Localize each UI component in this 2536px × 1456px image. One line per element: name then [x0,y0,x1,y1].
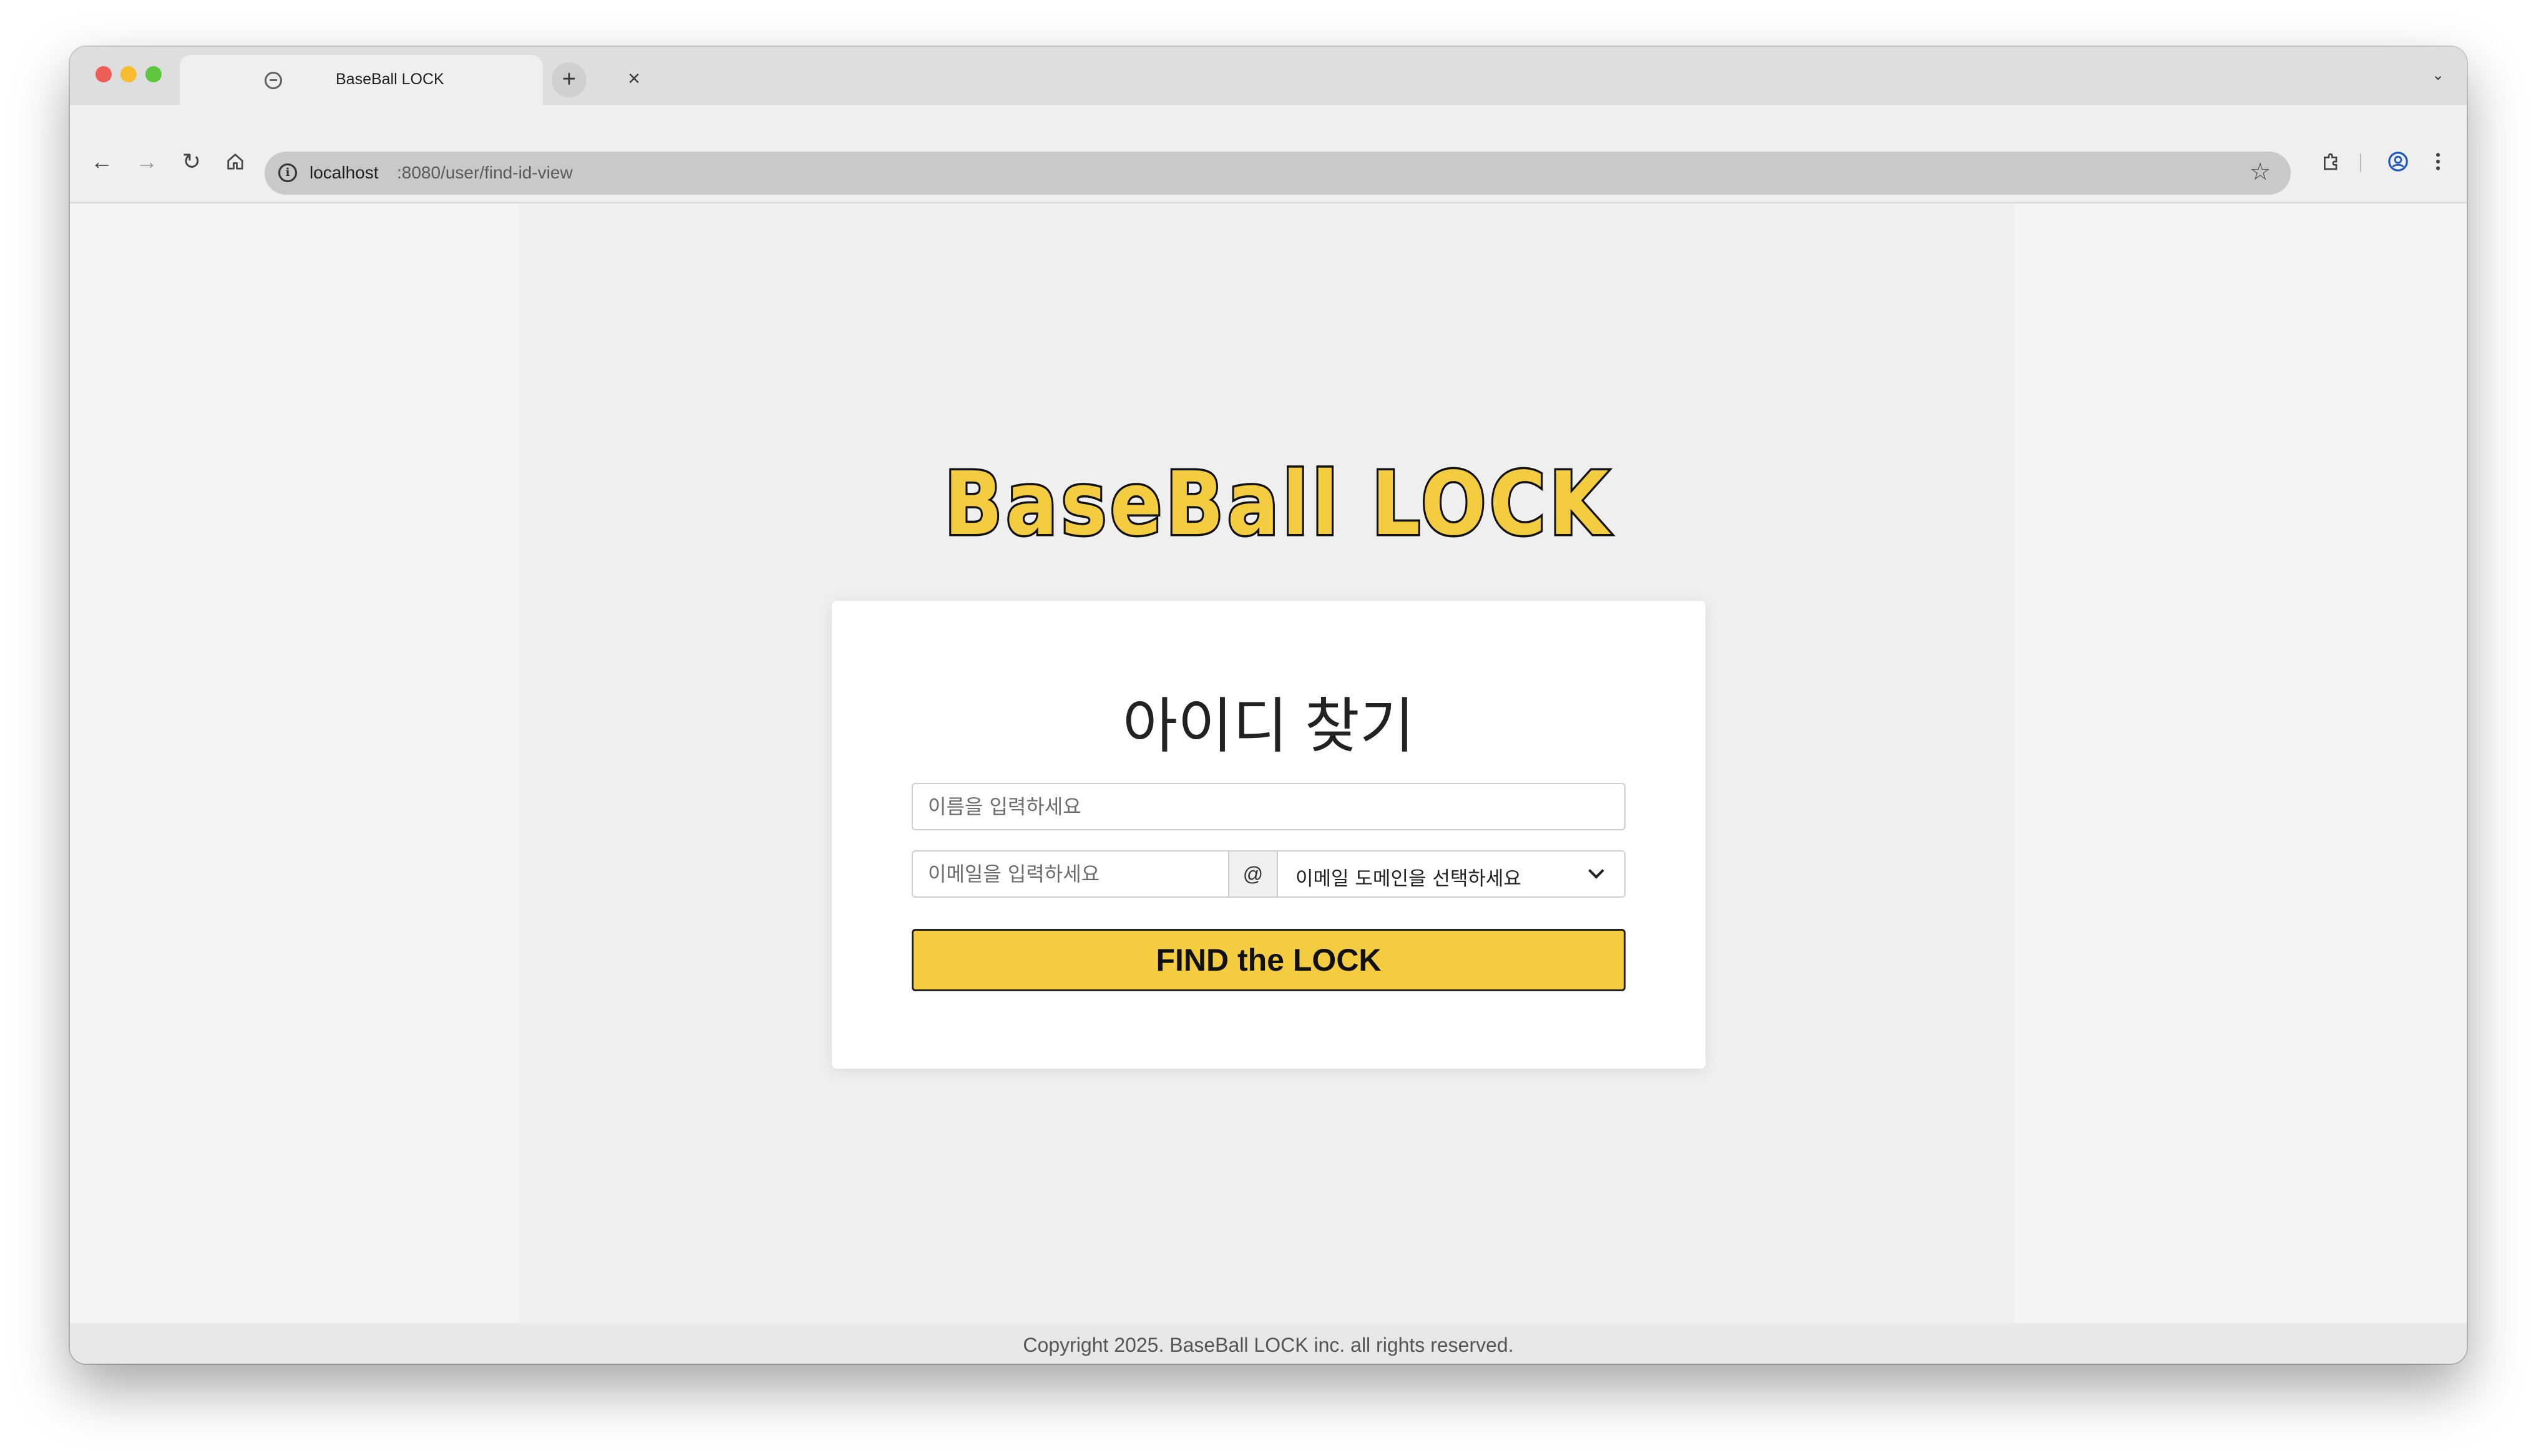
close-tab-icon[interactable]: × [622,66,646,91]
email-id-input[interactable] [913,852,1228,896]
baseball-lock-logo: BaseBall LOCK [942,453,1612,553]
globe-icon [265,72,282,89]
address-bar[interactable]: i localhost :8080/user/find-id-view ☆ [265,152,2291,195]
tab-strip: BaseBall LOCK × + ⌄ [70,47,2467,105]
profile-avatar-icon[interactable] [2382,146,2414,177]
extensions-puzzle-icon[interactable] [2316,146,2347,177]
at-sign-label: @ [1228,852,1278,896]
site-info-icon[interactable]: i [278,163,297,182]
reload-icon[interactable]: ↻ [176,146,207,177]
tab-search-chevron-icon[interactable]: ⌄ [2424,62,2452,89]
close-window-button[interactable] [95,66,112,82]
back-arrow-icon[interactable]: ← [86,146,117,177]
browser-window: BaseBall LOCK × + ⌄ ← → ↻ i localhost :8… [70,47,2467,1364]
minimize-window-button[interactable] [120,66,137,82]
url-host: localhost [310,163,379,182]
chevron-down-icon [1588,863,1604,879]
toolbar-divider [2360,153,2361,172]
tab-title: BaseBall LOCK [336,70,444,88]
domain-select-value: 이메일 도메인을 선택하세요 [1295,868,1521,890]
browser-toolbar: ← → ↻ i localhost :8080/user/find-id-vie… [70,105,2467,203]
find-id-card: 아이디 찾기 @ 이메일 도메인을 선택하세요 FIND the LOCK [832,601,1705,1069]
find-id-button[interactable]: FIND the LOCK [912,929,1626,991]
page-footer: Copyright 2025. BaseBall LOCK inc. all r… [70,1323,2467,1364]
page-viewport: BaseBall LOCK 아이디 찾기 @ 이메일 도메인을 선택하세요 FI… [70,203,2467,1364]
new-tab-button[interactable]: + [552,62,587,97]
more-menu-icon[interactable] [2422,146,2454,177]
url-path: :8080/user/find-id-view [397,163,573,182]
bookmark-star-icon[interactable]: ☆ [2246,158,2275,187]
logo-text: BaseBall LOCK [944,454,1612,553]
forward-arrow-icon[interactable]: → [131,146,162,177]
copyright-text: Copyright 2025. BaseBall LOCK inc. all r… [1023,1334,1514,1356]
home-icon[interactable] [220,146,251,177]
page-title: 아이디 찾기 [1122,693,1415,760]
maximize-window-button[interactable] [145,66,162,82]
name-input[interactable] [912,783,1626,830]
email-domain-select[interactable]: 이메일 도메인을 선택하세요 [1278,852,1624,896]
email-input-group: @ 이메일 도메인을 선택하세요 [912,850,1626,898]
tab-baseball-lock[interactable]: BaseBall LOCK × [180,55,640,105]
